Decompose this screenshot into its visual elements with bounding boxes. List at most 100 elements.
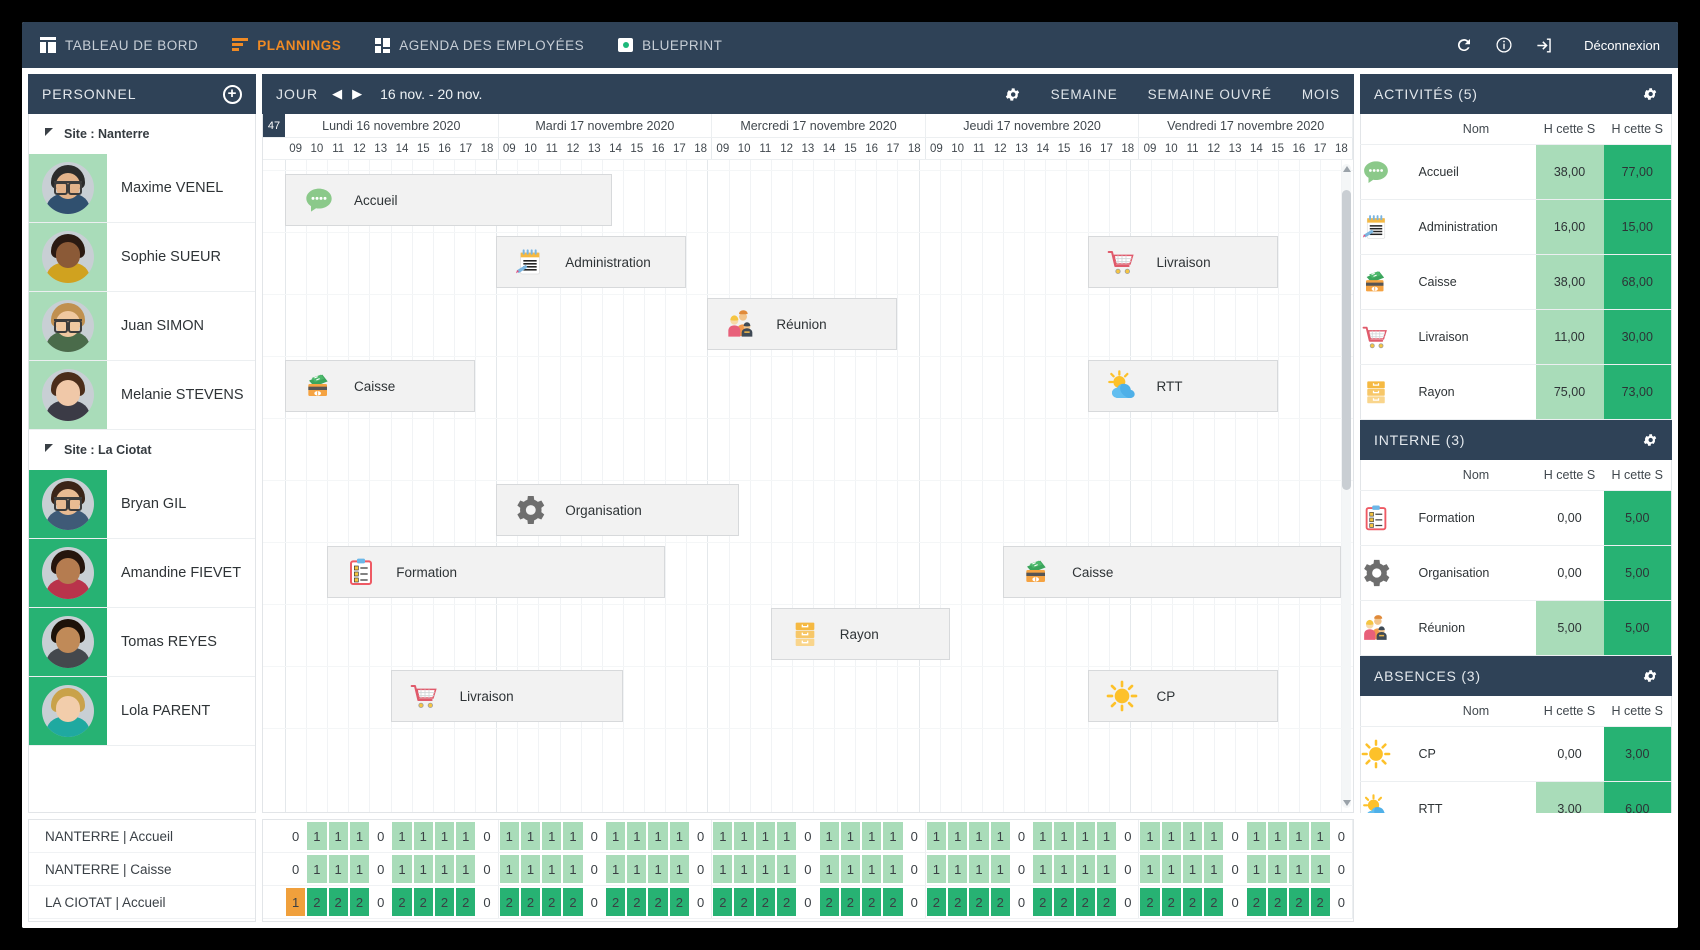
planning-block-label: RTT bbox=[1156, 378, 1183, 394]
planning-block[interactable]: Livraison bbox=[1087, 236, 1278, 288]
table-row[interactable]: Accueil 38,00 77,00 bbox=[1360, 144, 1672, 200]
personnel-row[interactable]: Amandine FIEVET bbox=[29, 539, 255, 608]
personnel-list[interactable]: Site : Nanterre Maxime VENEL Sophie SUEUR J… bbox=[28, 114, 256, 813]
site-label: Site : Nanterre bbox=[64, 127, 150, 141]
footer-cell: 2 bbox=[542, 888, 562, 916]
footer-label-row: NANTERRE | Accueil bbox=[29, 820, 255, 853]
scroll-up-arrow-icon[interactable] bbox=[1343, 166, 1351, 172]
collapse-triangle-icon[interactable] bbox=[45, 443, 53, 452]
view-semaine-button[interactable]: SEMAINE bbox=[1051, 87, 1118, 102]
footer-day-group: 0111011110 bbox=[285, 853, 499, 885]
personnel-group-header[interactable]: Site : Nanterre bbox=[29, 114, 255, 154]
footer-cell: 1 bbox=[776, 855, 797, 883]
personnel-row[interactable]: Lola PARENT bbox=[29, 677, 255, 746]
site-label: Site : La Ciotat bbox=[64, 443, 152, 457]
personnel-row[interactable]: Sophie SUEUR bbox=[29, 223, 255, 292]
collapse-triangle-icon[interactable] bbox=[45, 127, 53, 136]
planning-block-label: Livraison bbox=[459, 688, 514, 704]
personnel-row[interactable]: Bryan GIL bbox=[29, 470, 255, 539]
gear-icon[interactable] bbox=[1642, 668, 1658, 684]
table-row[interactable]: Organisation 0,00 5,00 bbox=[1360, 545, 1672, 601]
meeting-icon bbox=[718, 308, 764, 340]
day-header-cell: Vendredi 17 novembre 2020 bbox=[1139, 114, 1353, 137]
hour-label: 18 bbox=[480, 142, 494, 155]
personnel-row[interactable]: Maxime VENEL bbox=[29, 154, 255, 223]
nav-label: AGENDA DES EMPLOYÉES bbox=[399, 37, 585, 53]
footer-cell: 1 bbox=[392, 855, 412, 883]
personnel-group-header[interactable]: Site : La Ciotat bbox=[29, 430, 255, 470]
table-row[interactable]: Administration 16,00 15,00 bbox=[1360, 199, 1672, 255]
personnel-row[interactable]: Melanie STEVENS bbox=[29, 361, 255, 430]
personnel-row[interactable]: Tomas REYES bbox=[29, 608, 255, 677]
footer-cell: 1 bbox=[499, 822, 519, 850]
planning-block[interactable]: Caisse bbox=[285, 360, 476, 412]
personnel-row[interactable]: Juan SIMON bbox=[29, 292, 255, 361]
nav-item-tableau-de-bord[interactable]: TABLEAU DE BORD bbox=[40, 37, 198, 53]
hour-label: 15 bbox=[416, 142, 430, 155]
hour-label: 11 bbox=[759, 142, 772, 155]
nav-item-agenda-des-employees[interactable]: AGENDA DES EMPLOYÉES bbox=[375, 37, 585, 53]
gear-icon[interactable] bbox=[1642, 432, 1658, 448]
planning-canvas[interactable]: Accueil Administration Livraison Réunion Cai… bbox=[263, 160, 1353, 812]
scroll-down-arrow-icon[interactable] bbox=[1343, 800, 1351, 806]
footer-cell: 0 bbox=[798, 822, 818, 850]
planning-block[interactable]: Organisation bbox=[496, 484, 740, 536]
nav-item-blueprint[interactable]: BLUEPRINT bbox=[618, 38, 722, 53]
view-mois-button[interactable]: MOIS bbox=[1302, 87, 1340, 102]
arrow-left-icon[interactable]: ◀ bbox=[332, 86, 342, 102]
speech-bubble-icon bbox=[1360, 144, 1417, 200]
planning-vertical-scrollbar[interactable] bbox=[1342, 164, 1351, 808]
gear-gray-icon bbox=[1360, 545, 1417, 601]
view-jour-button[interactable]: JOUR bbox=[276, 86, 318, 102]
arrow-right-icon[interactable]: ▶ bbox=[352, 86, 362, 102]
refresh-icon[interactable] bbox=[1455, 36, 1473, 54]
row-name: Administration bbox=[1416, 199, 1536, 255]
planning-block[interactable]: Administration bbox=[496, 236, 687, 288]
scroll-thumb[interactable] bbox=[1342, 190, 1351, 490]
footer-cell: 1 bbox=[776, 822, 797, 850]
planning-block[interactable]: Réunion bbox=[707, 298, 898, 350]
planning-block[interactable]: RTT bbox=[1087, 360, 1278, 412]
footer-day-group: 2222022220 bbox=[499, 886, 713, 918]
plus-icon[interactable]: + bbox=[223, 84, 242, 104]
table-col-h1: H cette S bbox=[1535, 696, 1604, 727]
meeting-icon bbox=[1360, 600, 1417, 656]
hour-label: 11 bbox=[1186, 142, 1199, 155]
table-row[interactable]: Caisse 38,00 68,00 bbox=[1360, 254, 1672, 310]
table-row[interactable]: Formation 0,00 5,00 bbox=[1360, 490, 1672, 546]
table-row[interactable]: CP 0,00 3,00 bbox=[1360, 726, 1672, 782]
activites-panel: ACTIVITÉS (5) Nom H cette SH cette S Accue… bbox=[1360, 74, 1672, 420]
row-value-h-cette-s-1: 75,00 bbox=[1535, 364, 1604, 420]
table-row[interactable]: Réunion 5,00 5,00 bbox=[1360, 600, 1672, 656]
footer-cell: 1 bbox=[1289, 822, 1309, 850]
gear-icon[interactable] bbox=[1642, 86, 1658, 102]
footer-cell: 0 bbox=[584, 888, 604, 916]
personnel-name: Melanie STEVENS bbox=[121, 387, 244, 403]
planning-block[interactable]: Formation bbox=[327, 546, 666, 598]
hour-label: 17 bbox=[1313, 142, 1327, 155]
main-content-row: PERSONNEL + Site : Nanterre Maxime VENEL S… bbox=[22, 68, 1678, 837]
footer-capacity-grid[interactable]: 0111011110111101111011110111101111011110… bbox=[262, 819, 1354, 922]
table-col-icon bbox=[1360, 696, 1417, 727]
view-semaine-ouvre-button[interactable]: SEMAINE OUVRÉ bbox=[1148, 87, 1272, 102]
nav-item-plannings[interactable]: PLANNINGS bbox=[232, 38, 341, 53]
footer-cell: 1 bbox=[713, 855, 733, 883]
table-row[interactable]: Rayon 75,00 73,00 bbox=[1360, 364, 1672, 420]
gear-icon[interactable] bbox=[1004, 86, 1021, 103]
table-row[interactable]: Livraison 11,00 30,00 bbox=[1360, 309, 1672, 365]
info-icon[interactable] bbox=[1495, 36, 1513, 54]
planning-block[interactable]: Accueil bbox=[285, 174, 613, 226]
logout-icon[interactable] bbox=[1535, 36, 1554, 55]
footer-cell: 1 bbox=[542, 822, 562, 850]
logout-label[interactable]: Déconnexion bbox=[1584, 38, 1660, 53]
planning-block[interactable]: CP bbox=[1087, 670, 1278, 722]
day-header-cell: Mardi 17 novembre 2020 bbox=[499, 114, 713, 137]
planning-block[interactable]: Caisse bbox=[1003, 546, 1341, 598]
footer-cell: 2 bbox=[734, 888, 754, 916]
footer-cell: 1 bbox=[1140, 855, 1160, 883]
planning-block[interactable]: Rayon bbox=[770, 608, 951, 660]
footer-cell: 1 bbox=[1033, 855, 1053, 883]
footer-cell: 1 bbox=[862, 822, 882, 850]
planning-block[interactable]: Livraison bbox=[390, 670, 623, 722]
row-value-h-cette-s-1: 38,00 bbox=[1535, 144, 1604, 200]
